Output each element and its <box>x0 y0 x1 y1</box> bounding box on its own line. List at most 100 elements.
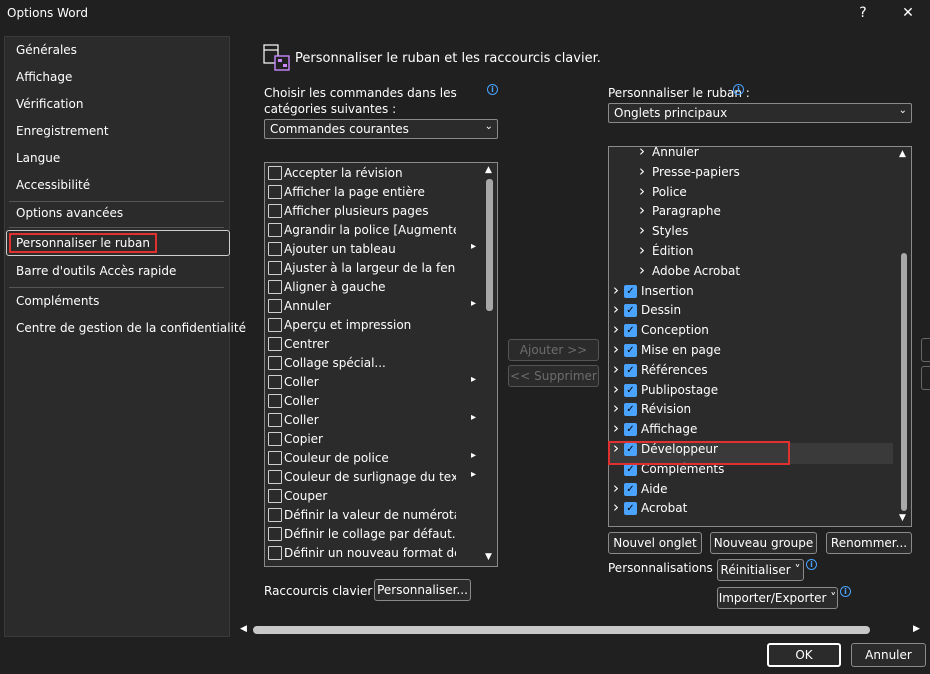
customize-shortcuts-button[interactable]: Personnaliser... <box>374 579 471 601</box>
reset-dropdown-button[interactable]: Réinitialiser ˅ <box>717 559 804 581</box>
expand-chevron-icon[interactable]: › <box>613 479 619 497</box>
command-list-item[interactable]: Couleur de surlignage du texte ▸ <box>267 468 476 487</box>
ribbon-tree-item[interactable]: › Annuler <box>609 147 893 163</box>
expand-chevron-icon[interactable]: › <box>613 498 619 516</box>
move-up-button[interactable] <box>921 338 930 362</box>
commands-list[interactable]: Accepter la révision Afficher la page ent… <box>264 162 498 567</box>
command-list-item[interactable]: Ajuster à la largeur de la fenêtre <box>267 259 475 278</box>
ribbon-tree-item[interactable]: › Styles <box>609 221 893 242</box>
command-list-item[interactable]: Définir le collage par défaut... <box>267 525 475 544</box>
rename-button[interactable]: Renommer... <box>826 532 912 554</box>
expand-chevron-icon[interactable]: › <box>639 162 645 180</box>
nav-item-langue[interactable]: Langue <box>16 151 60 165</box>
nav-item-verification[interactable]: Vérification <box>16 97 83 111</box>
ribbon-tree-item[interactable]: › ✓ Publipostage <box>609 380 893 401</box>
command-list-item[interactable]: Coller <box>267 392 475 411</box>
command-list-item[interactable]: Annuler ▸ <box>267 297 476 316</box>
scroll-thumb[interactable] <box>901 253 907 511</box>
nav-item-barre-acces-rapide[interactable]: Barre d'outils Accès rapide <box>16 264 176 278</box>
new-group-button[interactable]: Nouveau groupe <box>710 532 817 554</box>
scroll-down-icon[interactable]: ▼ <box>485 552 492 562</box>
info-icon[interactable]: i <box>733 84 744 95</box>
expand-chevron-icon[interactable]: › <box>639 241 645 259</box>
tab-checkbox[interactable]: ✓ <box>624 383 637 397</box>
scroll-thumb[interactable] <box>486 179 493 311</box>
expand-chevron-icon[interactable]: › <box>613 399 619 417</box>
new-tab-button[interactable]: Nouvel onglet <box>608 532 702 554</box>
command-list-item[interactable]: Accepter la révision <box>267 164 475 183</box>
remove-button[interactable]: << Supprimer <box>508 365 599 387</box>
move-down-button[interactable] <box>921 366 930 390</box>
ribbon-tree[interactable]: › Annuler › Presse-papiers › Police › Paragraph… <box>608 146 912 527</box>
info-icon[interactable]: i <box>840 586 851 597</box>
command-list-item[interactable]: Collage spécial... <box>267 354 475 373</box>
tab-checkbox[interactable]: ✓ <box>624 344 637 357</box>
command-list-item[interactable]: Copier <box>267 430 475 449</box>
nav-item-affichage[interactable]: Affichage <box>16 70 72 84</box>
ribbon-tree-item[interactable]: › Police <box>609 182 893 203</box>
expand-chevron-icon[interactable]: › <box>613 300 619 318</box>
ribbon-tree-item[interactable]: › ✓ Acrobat <box>609 498 893 519</box>
tab-checkbox[interactable]: ✓ <box>624 403 637 417</box>
command-list-item[interactable]: Couleur de police ▸ <box>267 449 476 468</box>
command-list-item[interactable]: Aligner à gauche <box>267 278 475 297</box>
add-button[interactable]: Ajouter >> <box>508 339 599 361</box>
close-button[interactable]: ✕ <box>898 4 918 22</box>
expand-chevron-icon[interactable]: › <box>639 261 645 279</box>
ribbon-tree-item[interactable]: › ✓ Aide <box>609 479 893 500</box>
command-list-item[interactable]: Coller ▸ <box>267 411 476 430</box>
ribbon-tree-item[interactable]: › ✓ Insertion <box>609 281 893 302</box>
nav-item-personnaliser-ruban[interactable]: Personnaliser le ruban <box>16 236 150 250</box>
scroll-down-icon[interactable]: ▼ <box>899 513 906 523</box>
ribbon-tree-item[interactable]: › Édition <box>609 241 893 262</box>
command-list-item[interactable]: Afficher la page entière <box>267 183 475 202</box>
expand-chevron-icon[interactable]: › <box>613 340 619 358</box>
commands-category-dropdown[interactable]: Commandes courantes ⌄ <box>264 119 498 139</box>
command-list-item[interactable]: Afficher plusieurs pages <box>267 202 475 221</box>
command-list-item[interactable]: Couper <box>267 487 475 506</box>
horizontal-scrollbar[interactable]: ◀ ▶ <box>239 624 924 636</box>
command-list-item[interactable]: Centrer <box>267 335 475 354</box>
nav-item-accessibilite[interactable]: Accessibilité <box>16 178 90 192</box>
scroll-left-icon[interactable]: ◀ <box>240 624 247 634</box>
command-list-item[interactable]: Aperçu et impression <box>267 316 475 335</box>
expand-chevron-icon[interactable]: › <box>613 360 619 378</box>
command-list-item[interactable]: Définir un nouveau format de... <box>267 544 475 563</box>
commands-list-scrollbar[interactable]: ▲ ▼ <box>482 163 497 566</box>
tab-checkbox[interactable]: ✓ <box>624 324 637 338</box>
tab-checkbox[interactable]: ✓ <box>624 482 637 496</box>
tab-checkbox[interactable]: ✓ <box>624 304 637 318</box>
command-list-item[interactable]: Définir la valeur de numérotati... <box>267 506 475 525</box>
nav-item-enregistrement[interactable]: Enregistrement <box>16 124 109 138</box>
nav-item-options-avancees[interactable]: Options avancées <box>16 206 123 220</box>
command-list-item[interactable]: Ajouter un tableau ▸ <box>267 240 476 259</box>
ribbon-tree-item[interactable]: › Paragraphe <box>609 201 893 222</box>
expand-chevron-icon[interactable]: › <box>639 221 645 239</box>
scroll-right-icon[interactable]: ▶ <box>913 624 920 634</box>
nav-item-generales[interactable]: Générales <box>16 43 77 57</box>
ribbon-tree-item[interactable]: › Presse-papiers <box>609 162 893 183</box>
ok-button[interactable]: OK <box>767 643 841 667</box>
tab-checkbox[interactable]: ✓ <box>624 284 637 298</box>
cancel-button[interactable]: Annuler <box>851 643 926 667</box>
tab-checkbox[interactable]: ✓ <box>624 423 637 437</box>
horizontal-scroll-thumb[interactable] <box>253 626 870 634</box>
ribbon-tree-item[interactable]: › ✓ Dessin <box>609 300 893 321</box>
ribbon-tree-item[interactable]: › ✓ Mise en page <box>609 340 893 361</box>
ribbon-tree-item[interactable]: › Adobe Acrobat <box>609 261 893 282</box>
expand-chevron-icon[interactable]: › <box>613 419 619 437</box>
expand-chevron-icon[interactable]: › <box>639 182 645 200</box>
ribbon-tree-item[interactable]: › ✓ Références <box>609 360 893 381</box>
ribbon-tree-item[interactable]: › ✓ Affichage <box>609 419 893 440</box>
nav-item-complements[interactable]: Compléments <box>16 294 99 308</box>
ribbon-tabs-dropdown[interactable]: Onglets principaux ⌄ <box>608 103 912 123</box>
expand-chevron-icon[interactable]: › <box>613 281 619 299</box>
ribbon-tree-item[interactable]: › ✓ Conception <box>609 320 893 341</box>
expand-chevron-icon[interactable]: › <box>639 201 645 219</box>
command-list-item[interactable]: Coller ▸ <box>267 373 476 392</box>
expand-chevron-icon[interactable]: › <box>613 380 619 398</box>
scroll-up-icon[interactable]: ▲ <box>485 165 492 175</box>
command-list-item[interactable]: Agrandir la police [Augmenter... <box>267 221 475 240</box>
tab-checkbox[interactable]: ✓ <box>624 363 637 377</box>
info-icon[interactable]: i <box>487 84 498 95</box>
